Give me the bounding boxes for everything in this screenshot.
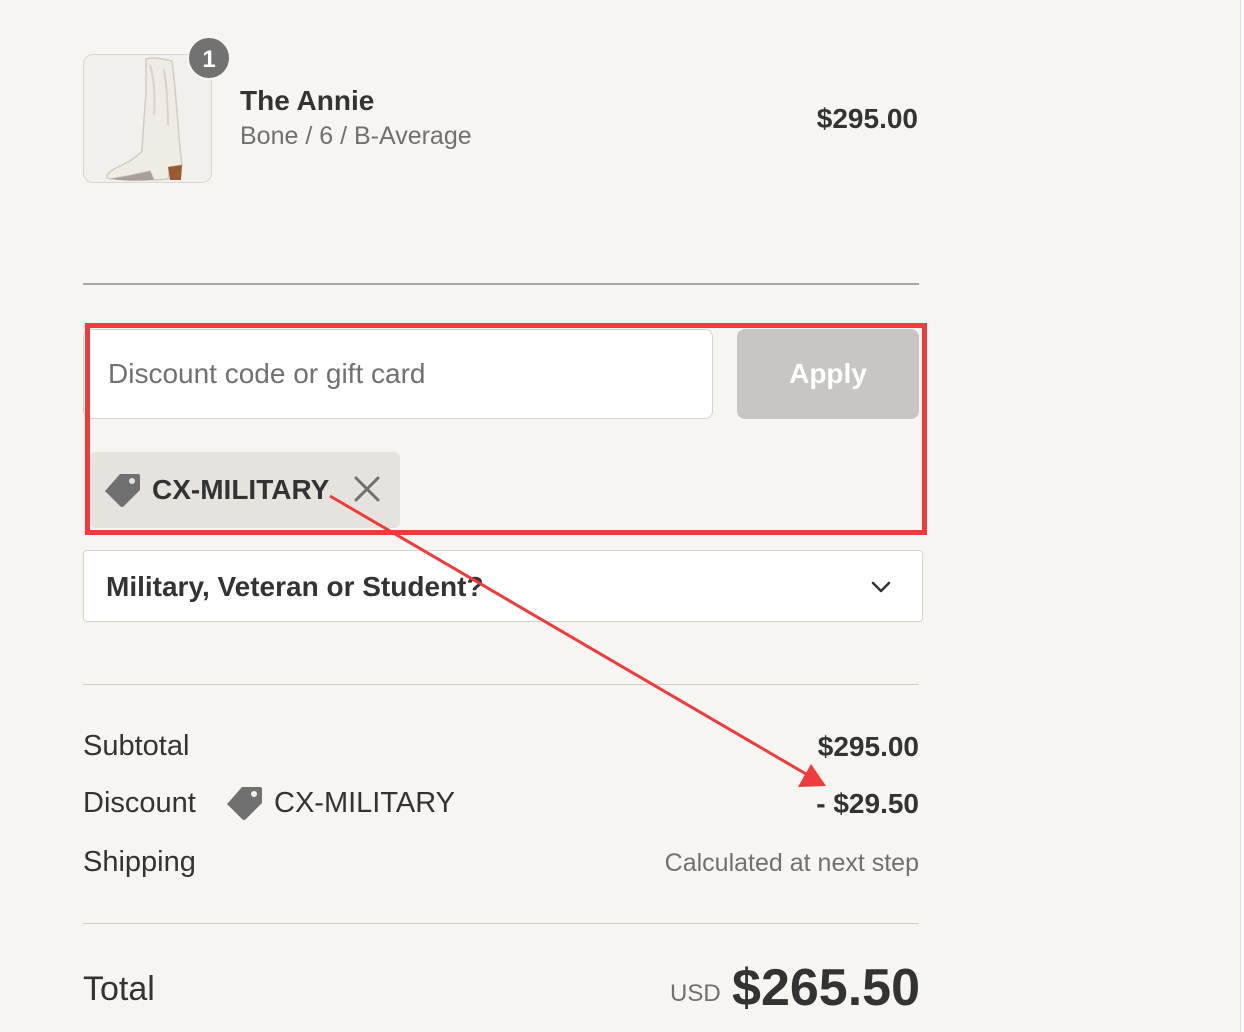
product-variant: Bone / 6 / B-Average	[240, 122, 472, 150]
product-thumbnail: 1	[83, 36, 231, 183]
product-price: $295.00	[816, 103, 918, 134]
discount-value: - $29.50	[816, 788, 919, 819]
summary-divider	[83, 684, 919, 685]
section-divider	[83, 283, 919, 285]
eligibility-select[interactable]: Military, Veteran or Student?	[83, 550, 923, 622]
subtotal-label: Subtotal	[83, 730, 190, 762]
apply-button[interactable]: Apply	[737, 329, 919, 419]
right-panel-edge	[1240, 0, 1244, 1032]
tag-icon	[227, 787, 262, 820]
shipping-value: Calculated at next step	[664, 849, 919, 877]
quantity-badge: 1	[187, 36, 231, 80]
discount-code-input[interactable]	[83, 329, 713, 419]
shipping-label: Shipping	[83, 846, 196, 878]
discount-code-label: CX-MILITARY	[274, 787, 456, 819]
product-name: The Annie	[240, 85, 375, 116]
close-icon[interactable]	[352, 474, 382, 504]
tag-icon	[105, 474, 140, 507]
applied-code-label: CX-MILITARY	[152, 474, 330, 505]
applied-discount-tag: CX-MILITARY	[90, 452, 400, 528]
discount-label: Discount	[83, 787, 196, 819]
chevron-down-icon	[871, 581, 891, 593]
total-value: $265.50	[732, 959, 920, 1017]
subtotal-value: $295.00	[817, 731, 919, 762]
total-label: Total	[83, 970, 155, 1008]
total-divider	[83, 923, 919, 924]
currency-code: USD	[670, 980, 721, 1007]
eligibility-select-value: Military, Veteran or Student?	[106, 571, 484, 602]
